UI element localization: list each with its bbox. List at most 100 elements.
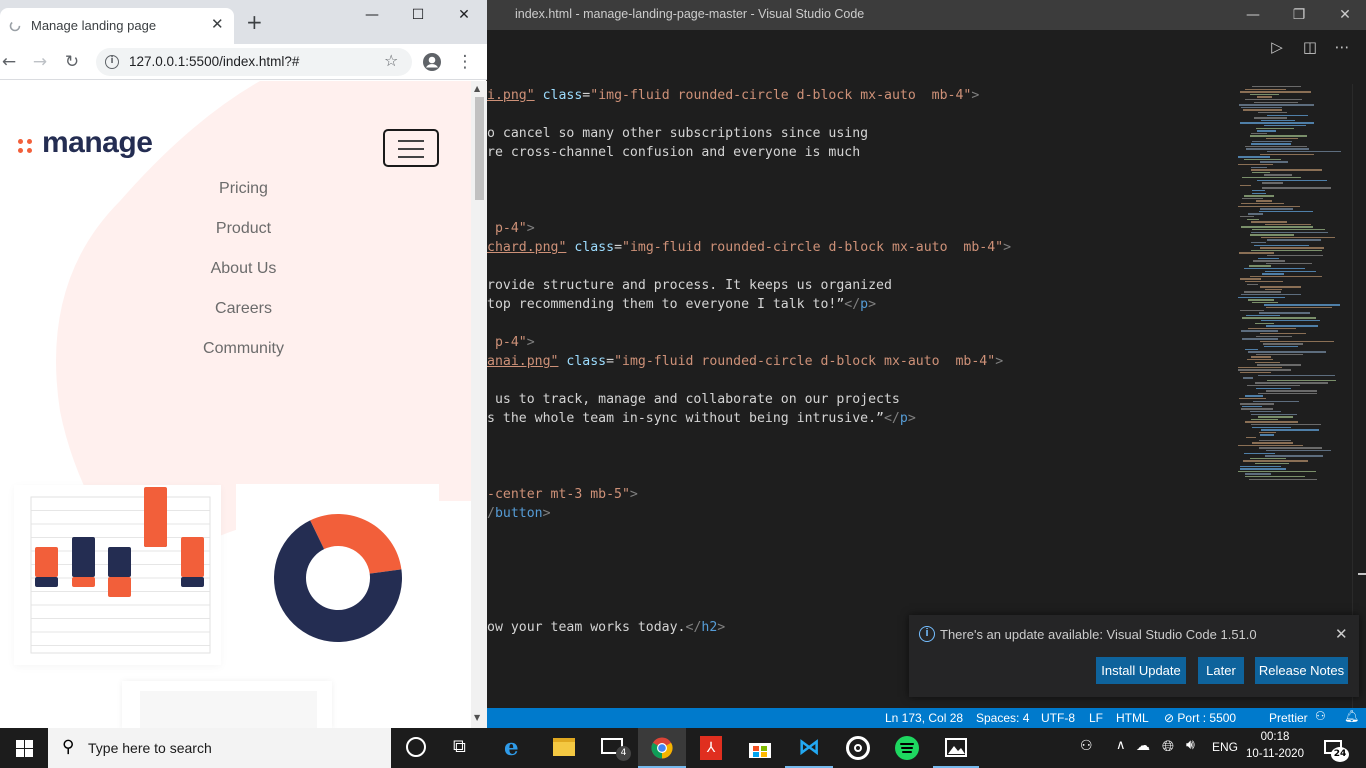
minimap-line xyxy=(1239,104,1314,106)
indentation[interactable]: Spaces: 4 xyxy=(976,711,1029,725)
code-line[interactable]: p-4"> xyxy=(487,219,535,238)
scroll-down-icon[interactable]: ▼ xyxy=(474,713,480,722)
code-line[interactable]: ow your team works today.</h2> xyxy=(487,618,725,637)
show-hidden-icons[interactable]: ∧ xyxy=(1116,738,1126,753)
volume-icon[interactable]: 🔊︎ xyxy=(1186,737,1195,753)
bookmark-star-icon[interactable]: ☆ xyxy=(384,51,398,70)
code-line[interactable]: o cancel so many other subscriptions sin… xyxy=(487,124,868,143)
nav-link-careers[interactable]: Careers xyxy=(0,300,471,318)
close-icon[interactable]: ✕ xyxy=(1322,0,1366,30)
code-line[interactable]: anai.png" class="img-fluid rounded-circl… xyxy=(487,352,1003,371)
onedrive-cloud-icon[interactable]: ☁ xyxy=(1136,738,1150,754)
minimap-line xyxy=(1257,179,1327,181)
nav-link-product[interactable]: Product xyxy=(0,220,471,238)
run-icon[interactable]: ▷ xyxy=(1262,30,1292,64)
input-language[interactable]: ENG xyxy=(1212,740,1238,754)
hamburger-menu-button[interactable] xyxy=(383,129,439,167)
minimap-line xyxy=(1250,457,1286,460)
minimap[interactable] xyxy=(1238,84,1356,484)
menu-kebab-icon[interactable]: ⋮ xyxy=(453,50,477,74)
cortana-icon[interactable] xyxy=(406,737,426,757)
minimap-line xyxy=(1239,252,1274,254)
page-scrollbar[interactable]: ▲ ▼ xyxy=(471,81,487,728)
minimap-line xyxy=(1264,304,1340,306)
logo-text[interactable]: manage xyxy=(42,126,153,160)
minimap-line xyxy=(1265,270,1316,272)
code-line[interactable]: p-4"> xyxy=(487,333,535,352)
chrome-taskbar-button[interactable] xyxy=(638,728,686,768)
encoding[interactable]: UTF-8 xyxy=(1041,711,1075,725)
line-ending[interactable]: LF xyxy=(1089,711,1103,725)
minimap-line xyxy=(1241,106,1282,109)
code-token: > xyxy=(868,297,877,312)
split-editor-icon[interactable]: ◫ xyxy=(1295,30,1325,64)
address-bar[interactable]: i 127.0.0.1:5500/index.html?# ☆ xyxy=(96,48,412,76)
acrobat-icon[interactable]: ⅄ xyxy=(700,736,722,760)
close-icon[interactable]: ✕ xyxy=(441,0,487,30)
install-update-button[interactable]: Install Update xyxy=(1096,657,1186,684)
minimap-line xyxy=(1263,343,1303,345)
minimap-line xyxy=(1260,153,1314,155)
nav-link-pricing[interactable]: Pricing xyxy=(0,180,471,198)
bell-icon[interactable]: 🔔︎ xyxy=(1344,709,1359,723)
minimize-icon[interactable]: — xyxy=(1230,0,1276,30)
code-line[interactable]: us to track, manage and collaborate on o… xyxy=(487,390,900,409)
restore-icon[interactable]: ❐ xyxy=(1276,0,1322,30)
live-server-port[interactable]: ⊘ Port : 5500 xyxy=(1164,711,1236,725)
clock-date[interactable]: 10-11-2020 xyxy=(1246,748,1304,760)
store-icon[interactable] xyxy=(749,738,771,758)
more-actions-icon[interactable]: ⋯ xyxy=(1327,30,1357,64)
minimize-icon[interactable]: — xyxy=(349,0,395,30)
edge-icon[interactable]: e xyxy=(504,734,519,761)
tab-close-icon[interactable]: ✕ xyxy=(211,15,224,33)
url-text[interactable]: 127.0.0.1:5500/index.html?# xyxy=(129,54,299,69)
maximize-icon[interactable]: ☐ xyxy=(395,0,441,30)
back-icon[interactable]: ← xyxy=(0,50,21,74)
close-notification-icon[interactable]: ✕ xyxy=(1335,625,1348,643)
new-tab-icon[interactable]: + xyxy=(246,12,263,32)
task-view-icon[interactable]: ⧉ xyxy=(453,736,466,757)
nav-link-about-us[interactable]: About Us xyxy=(0,260,471,278)
code-line[interactable]: top recommending them to everyone I talk… xyxy=(487,295,876,314)
site-info-icon[interactable]: i xyxy=(105,55,119,69)
prettier-status[interactable]: Prettier xyxy=(1269,711,1308,725)
minimap-line xyxy=(1247,218,1259,220)
language-mode[interactable]: HTML xyxy=(1116,711,1149,725)
forward-icon[interactable]: → xyxy=(28,50,52,74)
reload-icon[interactable]: ↻ xyxy=(60,50,84,74)
release-notes-button[interactable]: Release Notes xyxy=(1255,657,1348,684)
code-line[interactable]: -center mt-3 mb-5"> xyxy=(487,485,638,504)
feedback-icon[interactable]: ⚇ xyxy=(1315,709,1326,723)
nav-link-community[interactable]: Community xyxy=(0,340,471,358)
windows-start-icon[interactable] xyxy=(16,740,33,757)
code-line[interactable]: rovide structure and process. It keeps u… xyxy=(487,276,892,295)
vscode-taskbar-button[interactable]: ⋈ xyxy=(785,728,833,768)
code-line[interactable]: re cross-channel confusion and everyone … xyxy=(487,143,860,162)
spotify-icon[interactable] xyxy=(895,736,919,760)
code-line[interactable]: s the whole team in-sync without being i… xyxy=(487,409,916,428)
code-line[interactable]: /button> xyxy=(487,504,551,523)
minimap-line xyxy=(1238,366,1282,369)
app-circle-icon[interactable] xyxy=(846,736,870,760)
clock-time[interactable]: 00:18 xyxy=(1246,731,1304,743)
cursor-position[interactable]: Ln 173, Col 28 xyxy=(885,711,963,725)
scrollbar-thumb[interactable] xyxy=(475,97,484,200)
code-line[interactable]: chard.png" class="img-fluid rounded-circ… xyxy=(487,238,1011,257)
file-explorer-icon[interactable] xyxy=(553,738,575,756)
profile-icon[interactable] xyxy=(420,50,444,74)
photos-taskbar-button[interactable] xyxy=(933,728,979,768)
minimap-line xyxy=(1240,278,1261,280)
minimap-line xyxy=(1261,236,1335,239)
people-icon[interactable]: ⚇ xyxy=(1080,738,1093,754)
later-button[interactable]: Later xyxy=(1198,657,1244,684)
browser-tab[interactable]: Manage landing page ✕ xyxy=(0,8,234,44)
browser-toolbar: ← → ↻ i 127.0.0.1:5500/index.html?# ☆ ⋮ xyxy=(0,44,487,80)
code-line[interactable]: i.png" class="img-fluid rounded-circle d… xyxy=(487,86,979,105)
loading-icon xyxy=(9,20,21,32)
minimap-line xyxy=(1248,213,1263,215)
scroll-up-icon[interactable]: ▲ xyxy=(474,84,480,93)
taskbar-search-box[interactable]: ⚲ Type here to search xyxy=(48,728,391,768)
network-icon[interactable]: 🌐︎ xyxy=(1162,737,1174,755)
minimap-line xyxy=(1250,275,1322,278)
minimap-line xyxy=(1251,242,1266,244)
